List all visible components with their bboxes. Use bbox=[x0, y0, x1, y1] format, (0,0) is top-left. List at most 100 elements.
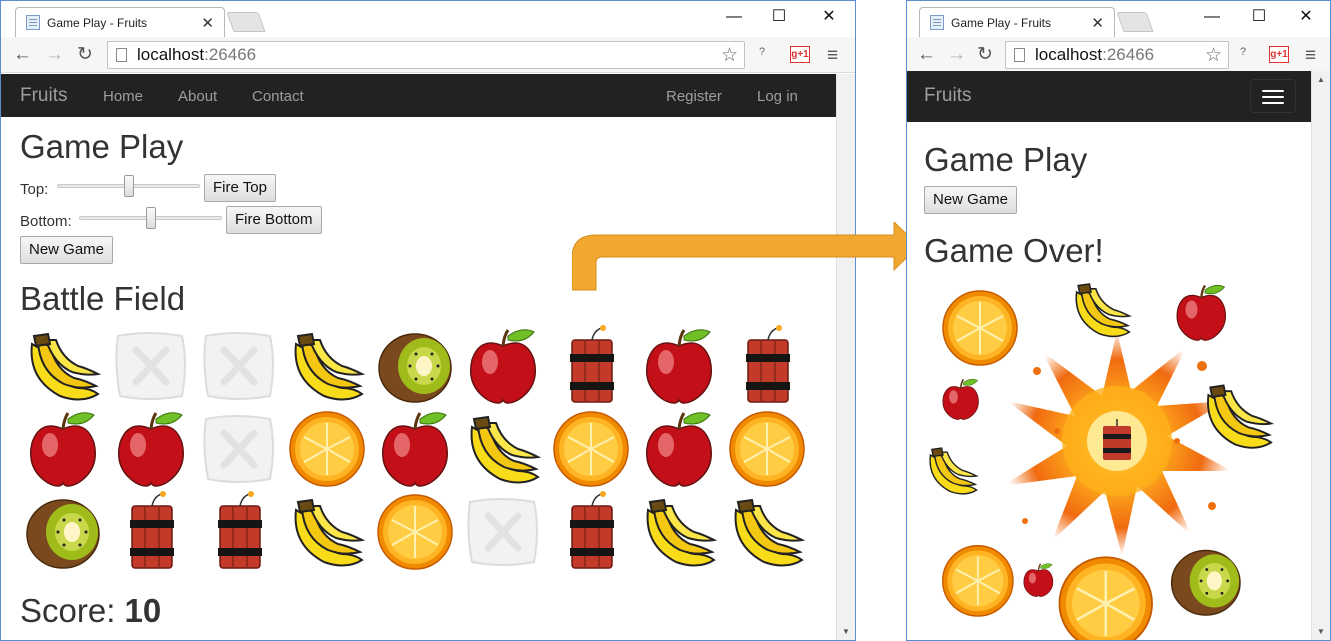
dynamite-icon bbox=[196, 490, 282, 572]
page-scrollbar[interactable]: ▲ ▼ bbox=[1311, 71, 1330, 640]
site-navbar: Fruits bbox=[907, 71, 1311, 122]
site-navbar: Fruits Home About Contact Register Log i… bbox=[1, 74, 836, 117]
top-label: Top: bbox=[20, 181, 49, 198]
minimize-button[interactable]: — bbox=[711, 5, 757, 29]
slider-thumb[interactable] bbox=[145, 207, 156, 229]
nav-register[interactable]: Register bbox=[666, 88, 722, 105]
scroll-up-icon[interactable]: ▲ bbox=[1317, 75, 1325, 84]
page-scrollbar[interactable]: ▼ bbox=[836, 74, 855, 640]
forward-icon[interactable]: → bbox=[45, 43, 64, 67]
game-over-title: Game Over! bbox=[924, 232, 1104, 269]
nav-home[interactable]: Home bbox=[103, 88, 143, 105]
hamburger-menu-icon[interactable] bbox=[1250, 79, 1296, 113]
maximize-button[interactable]: ☐ bbox=[756, 5, 802, 29]
fire-top-button[interactable]: Fire Top bbox=[204, 174, 276, 202]
empty-tile-icon bbox=[196, 324, 282, 406]
reload-icon[interactable]: ↻ bbox=[77, 43, 93, 67]
nav-login[interactable]: Log in bbox=[757, 88, 798, 105]
address-bar[interactable]: localhost:26466 ☆ bbox=[107, 41, 745, 69]
banana-icon bbox=[284, 324, 370, 406]
orange-icon bbox=[548, 407, 634, 489]
title-bar: Game Play - Fruits ✕ — ☐ ✕ bbox=[1, 1, 855, 37]
browser-window-right: Game Play - Fruits ✕ — ☐ ✕ ← → ↻ localho… bbox=[906, 0, 1331, 641]
scroll-down-icon[interactable]: ▼ bbox=[1317, 627, 1325, 636]
chrome-menu-icon[interactable]: ≡ bbox=[827, 45, 838, 67]
fire-bottom-button[interactable]: Fire Bottom bbox=[226, 206, 322, 234]
score: Score: 10 bbox=[20, 592, 161, 630]
extension-icon[interactable]: ? bbox=[1240, 46, 1246, 58]
bookmark-star-icon[interactable]: ☆ bbox=[1205, 44, 1222, 67]
reload-icon[interactable]: ↻ bbox=[977, 43, 993, 67]
maximize-button[interactable]: ☐ bbox=[1236, 5, 1282, 29]
brand-link[interactable]: Fruits bbox=[20, 85, 68, 107]
chrome-menu-icon[interactable]: ≡ bbox=[1305, 45, 1316, 67]
dynamite-icon bbox=[724, 324, 810, 406]
tab-close-icon[interactable]: ✕ bbox=[201, 14, 214, 32]
banana-icon bbox=[460, 407, 546, 489]
page-favicon-icon bbox=[930, 15, 944, 30]
apple-icon bbox=[108, 407, 194, 489]
banana-icon bbox=[636, 490, 722, 572]
nav-contact[interactable]: Contact bbox=[252, 88, 304, 105]
google-plus-icon[interactable]: g+1 bbox=[790, 46, 810, 63]
page-icon bbox=[116, 48, 127, 62]
url-port: :26466 bbox=[1102, 45, 1155, 64]
apple-icon bbox=[937, 376, 984, 426]
tab-close-icon[interactable]: ✕ bbox=[1091, 14, 1104, 32]
scroll-down-icon[interactable]: ▼ bbox=[842, 627, 850, 636]
apple-icon bbox=[372, 407, 458, 489]
title-bar: Game Play - Fruits ✕ — ☐ ✕ bbox=[907, 1, 1330, 37]
minimize-button[interactable]: — bbox=[1189, 5, 1235, 29]
page-favicon-icon bbox=[26, 15, 40, 30]
orange-icon bbox=[937, 286, 1023, 373]
address-bar[interactable]: localhost:26466 ☆ bbox=[1005, 41, 1229, 69]
orange-icon bbox=[1052, 551, 1160, 640]
bottom-slider[interactable] bbox=[79, 207, 222, 229]
bookmark-star-icon[interactable]: ☆ bbox=[721, 44, 738, 67]
dynamite-icon bbox=[548, 324, 634, 406]
apple-icon bbox=[20, 407, 106, 489]
top-slider[interactable] bbox=[57, 175, 200, 197]
banana-icon bbox=[1067, 276, 1136, 347]
page-viewport: Fruits Game Play New Game Game Over! bbox=[907, 71, 1311, 640]
banana-icon bbox=[1197, 376, 1279, 459]
url-host: localhost bbox=[137, 45, 205, 64]
browser-toolbar: ← → ↻ localhost:26466 ☆ ? g+1 ≡ bbox=[907, 37, 1330, 73]
empty-tile-icon bbox=[196, 407, 282, 489]
banana-icon bbox=[20, 324, 106, 406]
browser-window-left: Game Play - Fruits ✕ — ☐ ✕ ← → ↻ localho… bbox=[0, 0, 856, 641]
new-tab-button[interactable] bbox=[1116, 12, 1154, 32]
page-title: Game Play bbox=[924, 141, 1088, 178]
new-game-button[interactable]: New Game bbox=[20, 236, 114, 264]
kiwi-icon bbox=[1165, 541, 1247, 624]
kiwi-icon bbox=[372, 324, 458, 406]
url-port: :26466 bbox=[204, 45, 257, 64]
apple-icon bbox=[636, 324, 722, 406]
brand-link[interactable]: Fruits bbox=[924, 85, 972, 107]
slider-thumb[interactable] bbox=[123, 175, 134, 197]
dynamite-icon bbox=[548, 490, 634, 572]
score-value: 10 bbox=[124, 592, 162, 629]
apple-icon bbox=[460, 324, 546, 406]
tab-title: Game Play - Fruits bbox=[47, 15, 148, 30]
orange-icon bbox=[284, 407, 370, 489]
forward-icon[interactable]: → bbox=[947, 43, 966, 67]
dynamite-icon bbox=[108, 490, 194, 572]
apple-icon bbox=[636, 407, 722, 489]
new-tab-button[interactable] bbox=[226, 12, 266, 32]
close-window-button[interactable]: ✕ bbox=[806, 5, 852, 29]
extension-icon[interactable]: ? bbox=[759, 46, 765, 58]
google-plus-icon[interactable]: g+1 bbox=[1269, 46, 1289, 63]
browser-tab[interactable]: Game Play - Fruits ✕ bbox=[15, 7, 225, 37]
url-host: localhost bbox=[1035, 45, 1103, 64]
browser-tab[interactable]: Game Play - Fruits ✕ bbox=[919, 7, 1115, 37]
back-icon[interactable]: ← bbox=[917, 43, 936, 67]
banana-icon bbox=[724, 490, 810, 572]
nav-about[interactable]: About bbox=[178, 88, 217, 105]
kiwi-icon bbox=[20, 490, 106, 572]
back-icon[interactable]: ← bbox=[13, 43, 32, 67]
close-window-button[interactable]: ✕ bbox=[1283, 5, 1329, 29]
empty-tile-icon bbox=[460, 490, 546, 572]
orange-icon bbox=[937, 541, 1019, 624]
new-game-button[interactable]: New Game bbox=[924, 186, 1018, 214]
